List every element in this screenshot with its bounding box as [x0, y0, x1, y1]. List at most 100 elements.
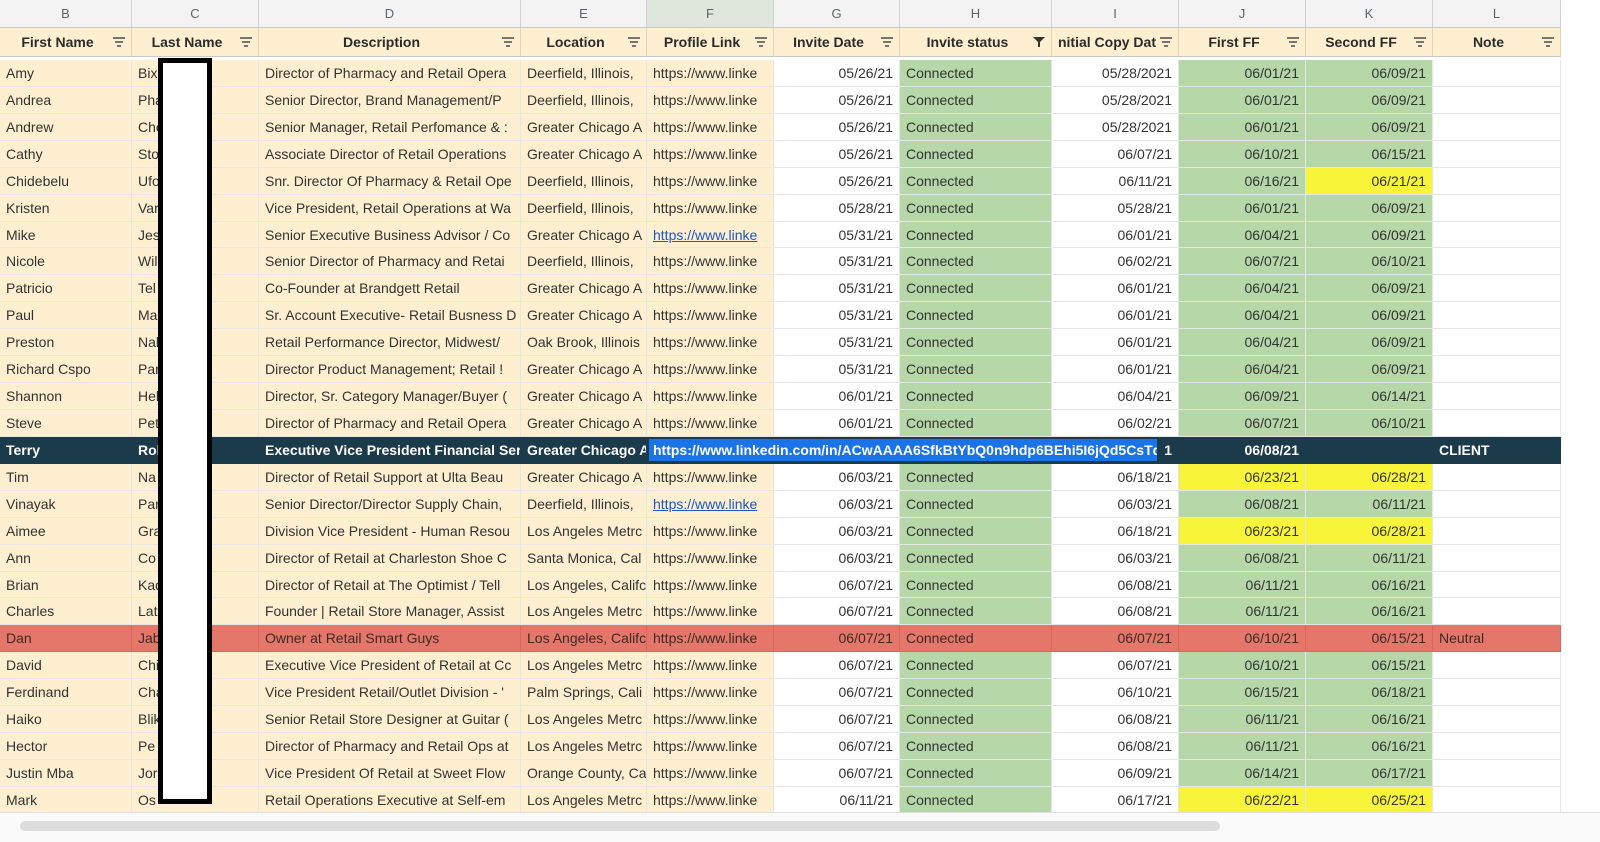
cell-location[interactable]: Deerfield, Illinois, [521, 248, 647, 276]
table-row[interactable]: Andrea Pha Senior Director, Brand Manageme… [0, 86, 1600, 114]
cell-note[interactable] [1433, 329, 1561, 357]
cell-invite-date[interactable]: 05/26/21 [774, 140, 900, 168]
table-row[interactable]: Preston Nal Retail Performance Director, M… [0, 329, 1600, 357]
cell-location[interactable]: Los Angeles Metrc [521, 733, 647, 760]
cell-initial-copy-date[interactable]: 05/28/21 [1052, 194, 1179, 222]
cell-initial-copy-date[interactable]: 06/01/21 [1052, 275, 1179, 303]
cell-first-ff[interactable]: 06/04/21 [1179, 329, 1306, 357]
cell-invite-date[interactable]: 06/07/21 [774, 571, 900, 599]
table-row[interactable]: Aimee Gra Division Vice President - Human … [0, 517, 1600, 545]
cell-profile-link[interactable]: https://www.linke [647, 221, 774, 249]
cell-description[interactable]: Executive Vice President of Retail at Cc [259, 652, 521, 680]
cell-first-ff[interactable]: 06/11/21 [1179, 706, 1306, 734]
cell-invite-date[interactable]: 06/07/21 [774, 598, 900, 626]
cell-second-ff[interactable]: 06/11/21 [1306, 544, 1433, 572]
cell-profile-link[interactable]: https://www.linke [647, 571, 774, 599]
cell-profile-link[interactable]: https://www.linke [647, 679, 774, 707]
cell-initial-copy-date[interactable]: 06/08/21 [1052, 733, 1179, 760]
cell-first-name[interactable]: Tim [0, 463, 132, 491]
cell-first-name[interactable]: Mark [0, 786, 132, 814]
cell-note[interactable] [1433, 517, 1561, 545]
cell-description[interactable]: Retail Operations Executive at Self-em [259, 786, 521, 814]
filter-icon[interactable] [501, 36, 515, 48]
cell-invite-status[interactable]: Connected [900, 221, 1052, 249]
cell-invite-status[interactable]: Connected [900, 652, 1052, 680]
table-row[interactable]: Mike Jes Senior Executive Business Advisor… [0, 221, 1600, 249]
cell-first-name[interactable]: Steve [0, 409, 132, 437]
cell-invite-date[interactable]: 05/31/21 [774, 329, 900, 357]
cell-initial-copy-date[interactable]: 06/07/21 [1052, 140, 1179, 168]
cell-description[interactable]: Co-Founder at Brandgett Retail [259, 275, 521, 303]
cell-profile-link[interactable]: https://www.linke [647, 113, 774, 141]
cell-second-ff[interactable]: 06/15/21 [1306, 140, 1433, 168]
cell-description[interactable]: Senior Director, Brand Management/P [259, 86, 521, 114]
table-row[interactable]: Steve Pet Director of Pharmacy and Retail … [0, 409, 1600, 437]
cell-note[interactable] [1433, 383, 1561, 410]
cell-invite-status[interactable]: Connected [900, 167, 1052, 195]
cell-description[interactable]: Associate Director of Retail Operations [259, 140, 521, 168]
cell-first-ff[interactable]: 06/01/21 [1179, 113, 1306, 141]
cell-first-ff[interactable]: 06/11/21 [1179, 571, 1306, 599]
cell-invite-status[interactable]: Connected [900, 86, 1052, 114]
cell-profile-link[interactable]: https://www.linke [647, 517, 774, 545]
table-row[interactable]: Chidebelu Ufo Snr. Director Of Pharmacy & … [0, 167, 1600, 195]
cell-first-name[interactable]: Ferdinand [0, 679, 132, 707]
cell-description[interactable]: Senior Executive Business Advisor / Co [259, 221, 521, 249]
cell-note[interactable] [1433, 221, 1561, 249]
cell-initial-copy-date[interactable]: 06/01/21 [1052, 221, 1179, 249]
cell-first-ff[interactable]: 06/22/21 [1179, 786, 1306, 814]
cell-second-ff[interactable]: 06/21/21 [1306, 167, 1433, 195]
cell-first-ff[interactable]: 06/10/21 [1179, 652, 1306, 680]
cell-note[interactable] [1433, 759, 1561, 787]
cell-first-name[interactable]: Preston [0, 329, 132, 357]
table-row[interactable]: Justin Mba Jor Vice President Of Retail at… [0, 759, 1600, 787]
cell-note[interactable] [1433, 194, 1561, 222]
cell-invite-date[interactable]: 05/31/21 [774, 221, 900, 249]
cell-note[interactable] [1433, 140, 1561, 168]
cell-location[interactable]: Deerfield, Illinois, [521, 194, 647, 222]
cell-description[interactable]: Executive Vice President Financial Serv [259, 436, 521, 464]
cell-description[interactable]: Senior Manager, Retail Perfomance & : [259, 113, 521, 141]
cell-first-ff[interactable]: 06/07/21 [1179, 409, 1306, 437]
table-row[interactable]: Amy Bix Director of Pharmacy and Retail Op… [0, 60, 1600, 87]
cell-location[interactable]: Los Angeles Metrc [521, 786, 647, 814]
table-row[interactable]: David Chi Executive Vice President of Reta… [0, 652, 1600, 680]
cell-second-ff[interactable]: 06/25/21 [1306, 786, 1433, 814]
cell-first-name[interactable]: Dan [0, 625, 132, 653]
cell-initial-copy-date[interactable]: 06/01/21 [1052, 356, 1179, 384]
cell-initial-copy-date[interactable]: 06/02/21 [1052, 409, 1179, 437]
cell-first-name[interactable]: Ann [0, 544, 132, 572]
cell-first-name[interactable]: Brian [0, 571, 132, 599]
filter-icon[interactable] [880, 36, 894, 48]
cell-invite-date[interactable]: 06/07/21 [774, 625, 900, 653]
cell-first-name[interactable]: Paul [0, 302, 132, 330]
cell-invite-status[interactable]: Connected [900, 679, 1052, 707]
cell-profile-link[interactable]: https://www.linke [647, 356, 774, 384]
cell-note[interactable]: CLIENT [1433, 436, 1561, 464]
cell-first-ff[interactable]: 06/09/21 [1179, 383, 1306, 410]
cell-initial-copy-date[interactable]: 06/18/21 [1052, 463, 1179, 491]
cell-invite-status[interactable]: Connected [900, 140, 1052, 168]
cell-description[interactable]: Vice President Of Retail at Sweet Flow [259, 759, 521, 787]
cell-initial-copy-date[interactable]: 06/04/21 [1052, 383, 1179, 410]
cell-invite-date[interactable]: 06/03/21 [774, 463, 900, 491]
cell-location[interactable]: Greater Chicago A [521, 113, 647, 141]
filter-icon[interactable] [754, 36, 768, 48]
cell-invite-date[interactable]: 05/31/21 [774, 302, 900, 330]
cell-invite-date[interactable]: 05/28/21 [774, 194, 900, 222]
cell-first-name[interactable]: Hector [0, 733, 132, 760]
cell-initial-copy-date[interactable]: 06/03/21 [1052, 490, 1179, 518]
cell-second-ff[interactable]: 06/09/21 [1306, 113, 1433, 141]
cell-description[interactable]: Director of Pharmacy and Retail Opera [259, 409, 521, 437]
column-letter-c[interactable]: C [132, 0, 259, 27]
cell-first-ff[interactable]: 06/10/21 [1179, 625, 1306, 653]
cell-first-name[interactable]: Haiko [0, 706, 132, 734]
cell-location[interactable]: Deerfield, Illinois, [521, 490, 647, 518]
cell-location[interactable]: Greater Chicago A [521, 140, 647, 168]
cell-location[interactable]: Greater Chicago A [521, 221, 647, 249]
cell-description[interactable]: Founder | Retail Store Manager, Assist [259, 598, 521, 626]
cell-profile-link[interactable]: https://www.linke [647, 652, 774, 680]
cell-description[interactable]: Vice President Retail/Outlet Division - … [259, 679, 521, 707]
table-row[interactable]: Tim Na Director of Retail Support at Ulta … [0, 463, 1600, 491]
cell-profile-link[interactable]: https://www.linke [647, 490, 774, 518]
